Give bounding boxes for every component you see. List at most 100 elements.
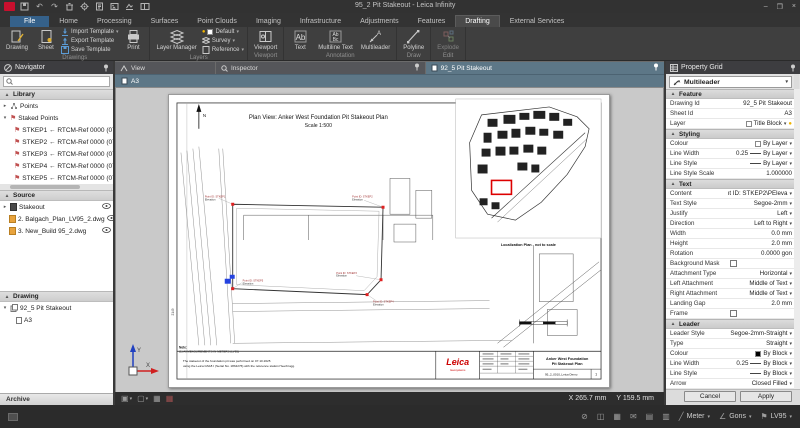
pin-icon[interactable] xyxy=(103,64,109,72)
section-header-feature[interactable]: ▴Feature xyxy=(666,89,794,99)
section-header-text[interactable]: ▴Text xyxy=(666,179,794,189)
property-value[interactable]: 2.0 mm ▾ ● xyxy=(728,240,794,247)
archive-section-header[interactable]: Archive xyxy=(0,393,113,405)
property-grid-scrollbar[interactable] xyxy=(794,74,799,89)
property-value[interactable]: Middle of Text ▾ ● xyxy=(728,280,794,287)
apply-button[interactable]: Apply xyxy=(740,391,792,402)
close-button[interactable]: × xyxy=(792,3,796,11)
status-report-icon[interactable]: ▤ xyxy=(646,412,654,421)
dropdown-arrow-icon[interactable]: ▾ xyxy=(789,191,792,197)
ribbon-tab[interactable]: File xyxy=(10,16,49,27)
property-value[interactable]: Closed Filled ▾ ● xyxy=(728,380,794,387)
dropdown-arrow-icon[interactable]: ▾ xyxy=(789,331,792,337)
property-value[interactable]: Segoe-2mm-Straight ▾ ● xyxy=(728,330,794,337)
dropdown-arrow-icon[interactable]: ▾ xyxy=(789,281,792,287)
section-header-styling[interactable]: ▴Styling xyxy=(666,129,794,139)
checkbox[interactable] xyxy=(730,260,737,267)
property-value[interactable]: 92_5 Pit Stakeout ▾ ● xyxy=(728,100,794,107)
drawing-button[interactable]: Drawing xyxy=(3,28,31,54)
explode-button[interactable]: Explode xyxy=(434,28,462,52)
import-template-button[interactable]: Import Template▾ xyxy=(61,28,118,36)
minimize-button[interactable]: – xyxy=(764,3,768,11)
dropdown-arrow-icon[interactable]: ▾ xyxy=(784,121,787,127)
property-value[interactable]: ▾ ● xyxy=(728,310,794,317)
dropdown-arrow-icon[interactable]: ▾ xyxy=(789,291,792,297)
dropdown-arrow-icon[interactable]: ▾ xyxy=(789,161,792,167)
default-layer-select[interactable]: ● Default▾ xyxy=(202,28,244,36)
tree-item-stakeout[interactable]: ▸ Stakeout xyxy=(0,201,113,213)
property-value[interactable]: Middle of Text ▾ ● xyxy=(728,290,794,297)
maximize-button[interactable]: ❐ xyxy=(777,3,783,11)
dropdown-arrow-icon[interactable]: ▾ xyxy=(789,361,792,367)
property-value[interactable]: 0.25 By Block ▾ ● xyxy=(728,360,794,367)
ribbon-tab[interactable]: Imaging xyxy=(247,16,290,27)
library-horizontal-scrollbar[interactable] xyxy=(0,184,113,190)
units-selector[interactable]: ╱ Meter ▾ xyxy=(679,412,710,421)
display-style-button[interactable]: ▣▾ xyxy=(121,394,132,404)
tree-item-staked-point[interactable]: ⚑ STKEP2 ← RTCM-Ref 0000 (07/10 xyxy=(0,136,113,148)
settings-gear-icon[interactable] xyxy=(79,2,90,11)
redo-icon[interactable]: ↷ xyxy=(49,2,60,11)
export-template-button[interactable]: Export Template xyxy=(61,37,118,45)
ribbon-tab[interactable]: Home xyxy=(50,16,87,27)
dropdown-arrow-icon[interactable]: ▾ xyxy=(789,371,792,377)
status-grid-icon[interactable]: ▦ xyxy=(613,412,621,421)
pin-icon[interactable] xyxy=(790,64,796,72)
ribbon-tab[interactable]: Infrastructure xyxy=(291,16,350,27)
dropdown-arrow-icon[interactable]: ▾ xyxy=(789,211,792,217)
snap-grid-button[interactable]: ▦ xyxy=(166,394,174,404)
export-tool-icon[interactable] xyxy=(124,2,135,11)
panel-toggle-icon[interactable] xyxy=(8,413,18,421)
sheet-tab-a3[interactable]: A3 xyxy=(115,74,664,87)
property-value[interactable]: Segoe-2mm ▾ ● xyxy=(728,200,794,207)
status-window-icon[interactable]: ◫ xyxy=(597,412,605,421)
property-value[interactable]: Straight ▾ ● xyxy=(728,340,794,347)
property-value[interactable]: Horizontal ▾ ● xyxy=(728,270,794,277)
expander-icon[interactable]: ▸ xyxy=(2,103,8,109)
library-section-header[interactable]: ▴Library xyxy=(0,89,113,100)
bulb-icon[interactable]: ● xyxy=(788,121,792,127)
ribbon-tab[interactable]: Point Clouds xyxy=(188,16,246,27)
expander-icon[interactable]: ▾ xyxy=(2,305,8,311)
tree-item-staked-point[interactable]: ⚑ STKEP1 ← RTCM-Ref 0000 (07/10 xyxy=(0,124,113,136)
image-icon[interactable] xyxy=(109,2,120,11)
tab-inspector[interactable]: Inspector xyxy=(216,62,425,74)
expander-icon[interactable]: ▸ xyxy=(2,204,8,210)
expander-icon[interactable]: ▾ xyxy=(2,115,8,121)
save-template-button[interactable]: Save Template xyxy=(61,46,118,54)
tree-item-dwg-1[interactable]: 2. Balgach_Plan_LV95_2.dwg xyxy=(0,213,113,225)
property-value[interactable]: Left to Right ▾ ● xyxy=(728,220,794,227)
tree-item-drawing-root[interactable]: ▾ 92_5 Pit Stakeout xyxy=(0,302,113,314)
drawing-sheet-paper[interactable]: N Plan View: Anker West Foundation Pit S… xyxy=(168,94,610,388)
sheet-button[interactable]: Sheet xyxy=(33,28,59,54)
feature-type-select[interactable]: A Multileader ▾ xyxy=(669,76,792,88)
dropdown-arrow-icon[interactable]: ▾ xyxy=(789,221,792,227)
ribbon-tab[interactable]: External Services xyxy=(501,16,573,27)
report-icon[interactable] xyxy=(94,2,105,11)
property-value[interactable]: Point ID: STKEP2\PEleva ▾ ● xyxy=(728,190,794,197)
tree-item-staked-point[interactable]: ⚑ STKEP4 ← RTCM-Ref 0000 (07/10 xyxy=(0,160,113,172)
pin-icon[interactable] xyxy=(653,63,659,71)
checkbox[interactable] xyxy=(730,310,737,317)
property-value[interactable]: 2.0 mm ▾ ● xyxy=(728,300,794,307)
multileader-button[interactable]: A Multileader xyxy=(358,28,393,52)
multiline-text-button[interactable]: AbBc Multiline Text xyxy=(315,28,356,52)
section-header-leader[interactable]: ▴Leader xyxy=(666,319,794,329)
property-value[interactable]: By Layer ▾ ● xyxy=(728,160,794,167)
navigator-search-input[interactable] xyxy=(15,79,107,85)
property-value[interactable]: By Block ▾ ● xyxy=(728,370,794,377)
ribbon-tab[interactable]: Adjustments xyxy=(351,16,408,27)
tree-item-staked-point[interactable]: ⚑ STKEP5 ← RTCM-Ref 0000 (07/10 xyxy=(0,172,113,184)
tab-document-92-5-pit-stakeout[interactable]: 92_5 Pit Stakeout xyxy=(426,62,664,74)
property-value[interactable]: A3 ▾ ● xyxy=(728,110,794,117)
window-layout-icon[interactable] xyxy=(139,2,150,11)
dropdown-arrow-icon[interactable]: ▾ xyxy=(789,141,792,147)
dropdown-arrow-icon[interactable]: ▾ xyxy=(789,351,792,357)
dropdown-arrow-icon[interactable]: ▾ xyxy=(789,271,792,277)
ribbon-tab[interactable]: Processing xyxy=(88,16,141,27)
property-value[interactable]: 1.000000 ▾ ● xyxy=(728,170,794,177)
viewport-button[interactable]: Viewport xyxy=(251,28,280,52)
property-value[interactable]: 0.0 mm ▾ ● xyxy=(728,230,794,237)
property-value[interactable]: By Block ▾ ● xyxy=(728,350,794,357)
sheet-view-button[interactable]: ▢▾ xyxy=(137,394,148,404)
